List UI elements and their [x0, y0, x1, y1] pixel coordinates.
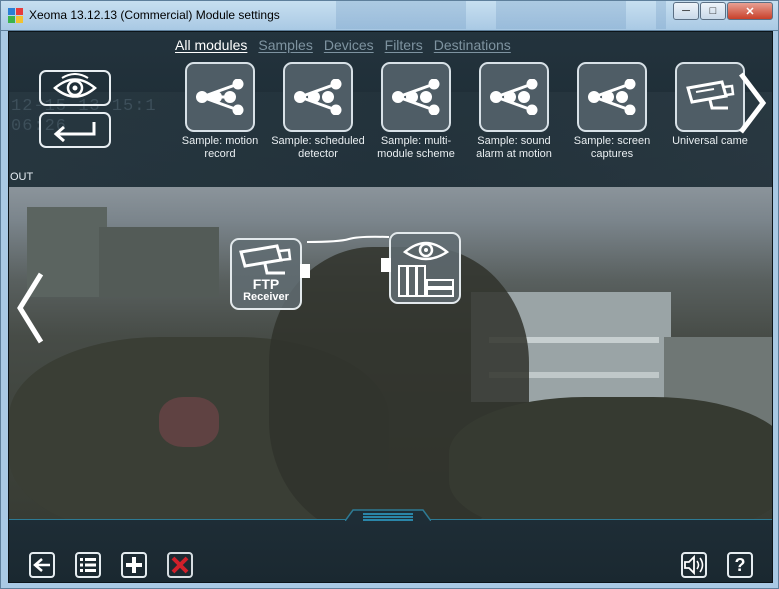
list-icon — [80, 558, 96, 572]
tab-devices[interactable]: Devices — [324, 37, 374, 53]
tab-samples[interactable]: Samples — [258, 37, 312, 53]
return-button[interactable] — [39, 112, 111, 148]
connection-line — [306, 235, 390, 243]
module-tile[interactable] — [185, 62, 255, 132]
module-category-tabs: All modules Samples Devices Filters Dest… — [175, 37, 511, 53]
close-button[interactable]: ✕ — [727, 2, 773, 20]
tab-filters[interactable]: Filters — [385, 37, 423, 53]
back-arrow-icon — [33, 558, 50, 572]
back-button[interactable] — [29, 552, 55, 578]
preview-archive-node[interactable] — [381, 232, 461, 304]
module-tile[interactable] — [675, 62, 745, 132]
module-tile[interactable] — [283, 62, 353, 132]
input-connector[interactable] — [381, 258, 391, 272]
out-label: OUT — [10, 171, 34, 183]
maximize-button[interactable]: □ — [700, 2, 726, 20]
maximize-icon: □ — [709, 5, 717, 17]
eye-icon — [53, 73, 97, 98]
module-tile[interactable] — [479, 62, 549, 132]
chevron-left-icon — [17, 272, 44, 344]
close-icon: ✕ — [745, 5, 755, 18]
window-frame: 12-15-13 15:1 06:26 All modules Samples … — [0, 30, 779, 589]
speaker-icon — [684, 555, 704, 575]
tab-all-modules[interactable]: All modules — [175, 37, 247, 53]
chevron-right-icon — [739, 72, 767, 134]
view-button[interactable] — [39, 70, 111, 106]
module-label: Sample: scheduled detector — [271, 135, 365, 160]
module-sample-scheduled-detector[interactable]: Sample: scheduled detector — [269, 62, 367, 161]
add-button[interactable] — [121, 552, 147, 578]
return-arrow-icon — [53, 122, 96, 142]
preview-archive-icon — [398, 241, 454, 297]
output-connector[interactable] — [300, 264, 310, 278]
title-bar: Xeoma 13.12.13 (Commercial) Module setti… — [0, 0, 779, 30]
minimize-icon: ─ — [682, 5, 690, 17]
module-library-panel: 12-15-13 15:1 06:26 All modules Samples … — [9, 32, 772, 187]
background-window-tabs — [336, 1, 666, 29]
next-modules-button[interactable] — [737, 72, 767, 139]
camera-icon — [239, 244, 292, 275]
collapse-handle[interactable] — [345, 509, 431, 521]
help-button[interactable]: ? — [727, 552, 753, 578]
module-sample-multi-module-scheme[interactable]: Sample: multi-module scheme — [367, 62, 465, 161]
ftp-receiver-node[interactable]: FTP Receiver — [230, 238, 310, 310]
module-sample-sound-alarm[interactable]: Sample: sound alarm at motion — [465, 62, 563, 161]
sample-scheme-icon — [588, 79, 636, 115]
camera-icon — [686, 80, 735, 110]
module-settings-client: 12-15-13 15:1 06:26 All modules Samples … — [8, 31, 773, 583]
module-label: Sample: screen captures — [573, 135, 651, 160]
help-icon: ? — [734, 554, 746, 575]
minimize-button[interactable]: ─ — [673, 2, 699, 20]
receiver-label: Receiver — [243, 291, 289, 303]
tab-destinations[interactable]: Destinations — [434, 37, 511, 53]
module-tile[interactable] — [381, 62, 451, 132]
module-tile[interactable] — [577, 62, 647, 132]
module-label: Sample: motion record — [181, 135, 259, 160]
plus-icon — [126, 557, 142, 573]
bottom-toolbar: ? — [9, 509, 772, 582]
window-title: Xeoma 13.12.13 (Commercial) Module setti… — [29, 8, 280, 22]
sample-scheme-icon — [196, 79, 244, 115]
sample-scheme-icon — [294, 79, 342, 115]
module-list-button[interactable] — [75, 552, 101, 578]
previous-button[interactable] — [15, 272, 45, 349]
xeoma-app-icon — [8, 8, 24, 24]
delete-x-icon — [171, 556, 189, 574]
module-sample-screen-captures[interactable]: Sample: screen captures — [563, 62, 661, 161]
sample-scheme-icon — [490, 79, 538, 115]
module-sample-motion-record[interactable]: Sample: motion record — [171, 62, 269, 161]
sound-button[interactable] — [681, 552, 707, 578]
scheme-canvas: FTP Receiver — [9, 187, 772, 519]
module-label: Sample: sound alarm at motion — [476, 135, 552, 160]
sample-scheme-icon — [392, 79, 440, 115]
module-label: Sample: multi-module scheme — [377, 135, 455, 160]
ftp-label: FTP — [252, 276, 280, 292]
delete-button[interactable] — [167, 552, 193, 578]
